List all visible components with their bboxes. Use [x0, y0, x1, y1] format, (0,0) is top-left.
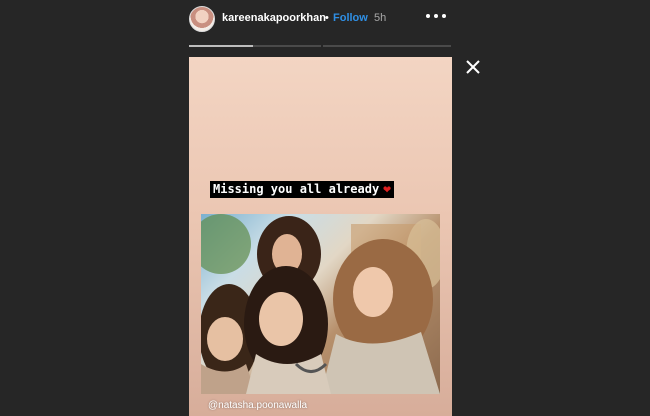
story-header: kareenakapoorkhan • Follow 5h — [0, 0, 650, 50]
story-frame[interactable]: Missing you all already ❤ @natasha.poona… — [189, 57, 452, 416]
profile-avatar[interactable] — [189, 6, 215, 32]
heart-emoji: ❤ — [383, 182, 391, 197]
progress-bar-1-filled — [189, 45, 253, 47]
progress-bar-2 — [323, 45, 451, 47]
follow-button[interactable]: Follow — [333, 12, 368, 24]
story-caption: Missing you all already ❤ — [210, 181, 394, 198]
progress-bar-1-remaining — [253, 45, 321, 47]
caption-text: Missing you all already — [213, 182, 380, 196]
mention-tag[interactable]: @natasha.poonawalla — [208, 400, 307, 411]
separator-dot: • — [325, 12, 329, 24]
more-options-icon[interactable] — [426, 5, 446, 25]
post-time: 5h — [374, 12, 387, 24]
story-photo — [201, 214, 440, 394]
username[interactable]: kareenakapoorkhan — [222, 12, 326, 24]
photo-illustration — [201, 214, 440, 394]
close-icon[interactable] — [462, 56, 484, 78]
